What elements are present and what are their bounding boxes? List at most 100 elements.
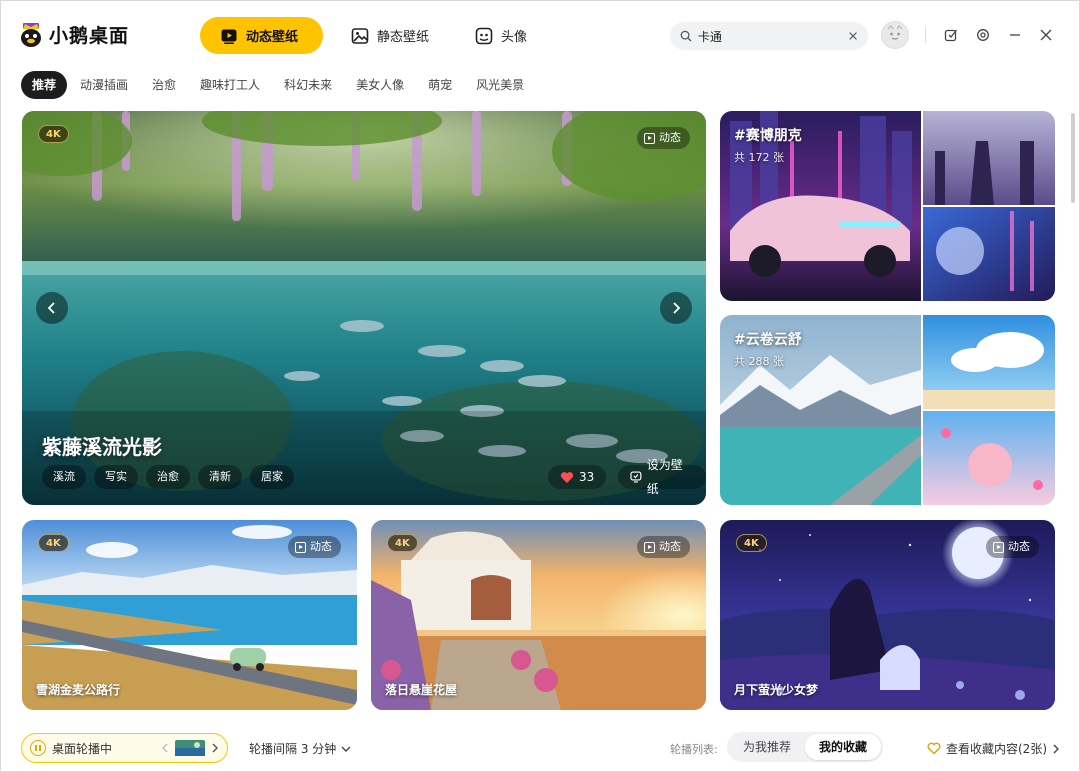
category-anime-illustration[interactable]: 动漫插画 — [69, 71, 139, 99]
category-healing[interactable]: 治愈 — [141, 71, 187, 99]
album-title: #赛博朋克 — [734, 128, 802, 144]
gear-icon — [977, 29, 989, 41]
album-count: 共 172 张 — [734, 151, 784, 164]
tab-dynamic-wallpaper[interactable]: 动态壁纸 — [200, 17, 323, 54]
clear-icon[interactable] — [848, 30, 858, 42]
dynamic-label: 动态 — [637, 536, 690, 558]
category-portrait[interactable]: 美女人像 — [345, 71, 415, 99]
dynamic-label-text: 动态 — [659, 540, 681, 553]
dynamic-label: 动态 — [637, 127, 690, 149]
hero-prev-button[interactable] — [36, 292, 68, 324]
search-input[interactable] — [697, 29, 848, 43]
set-wallpaper-button[interactable]: 设为壁纸 — [618, 458, 706, 496]
wallpaper-card[interactable]: 4K 动态 落日悬崖花屋 — [371, 520, 706, 710]
wallpaper-card[interactable]: 4K 动态 雪湖金麦公路行 — [22, 520, 357, 710]
tag[interactable]: 治愈 — [146, 465, 190, 489]
dynamic-label-text: 动态 — [1008, 540, 1030, 553]
wallpaper-title: 雪湖金麦公路行 — [36, 683, 121, 697]
dynamic-label: 动态 — [288, 536, 341, 558]
search-icon — [680, 30, 692, 42]
play-icon — [295, 541, 306, 553]
hero-tags: 溪流 写实 治愈 清新 居家 — [42, 465, 294, 489]
like-count: 33 — [579, 470, 595, 484]
album-card-clouds[interactable]: #云卷云舒 共 288 张 — [720, 315, 1055, 505]
album-count: 共 288 张 — [734, 355, 784, 368]
tab-avatar[interactable]: 头像 — [455, 17, 547, 54]
view-favorites-link[interactable]: 查看收藏内容(2张) — [927, 740, 1060, 757]
hero-wallpaper-card[interactable]: 4K 动态 紫藤溪流光影 溪流 写实 治愈 清新 居家 33 设为壁纸 — [22, 111, 706, 505]
4k-badge: 4K — [38, 534, 69, 552]
seg-my-favorites[interactable]: 我的收藏 — [805, 734, 881, 760]
image-icon — [351, 27, 369, 44]
tag[interactable]: 居家 — [250, 465, 294, 489]
close-icon — [1040, 29, 1052, 41]
chevron-left-icon[interactable] — [161, 743, 169, 753]
app-name: 小鹅桌面 — [49, 25, 130, 47]
carousel-status: 桌面轮播中 — [52, 741, 113, 756]
app-logo: 小鹅桌面 — [19, 21, 129, 48]
tab-label: 动态壁纸 — [246, 30, 299, 45]
play-icon — [644, 132, 655, 144]
dynamic-label-text: 动态 — [310, 540, 332, 553]
4k-badge: 4K — [387, 534, 418, 552]
avatar-icon — [475, 27, 493, 44]
minimize-icon — [1010, 34, 1020, 36]
tab-static-wallpaper[interactable]: 静态壁纸 — [331, 17, 449, 54]
edit-note-icon — [944, 29, 958, 42]
album-title: #云卷云舒 — [734, 332, 802, 348]
monitor-check-icon — [630, 471, 642, 483]
search-box — [670, 22, 868, 50]
4k-badge: 4K — [736, 534, 767, 552]
tab-label: 头像 — [501, 30, 528, 45]
hero-next-button[interactable] — [660, 292, 692, 324]
hero-title: 紫藤溪流光影 — [42, 435, 162, 459]
chevron-right-icon — [673, 302, 681, 314]
title-bar: 小鹅桌面 动态壁纸 静态壁纸 头像 — [1, 1, 1080, 69]
bottom-bar: 桌面轮播中 轮播间隔 3 分钟 轮播列表: 为我推荐 我的收藏 查看收藏内容(2… — [1, 723, 1080, 772]
tag[interactable]: 溪流 — [42, 465, 86, 489]
feedback-button[interactable] — [941, 25, 961, 45]
like-button[interactable]: 33 — [548, 465, 607, 489]
desktop-carousel-control[interactable]: 桌面轮播中 — [21, 733, 228, 763]
interval-label: 轮播间隔 3 分钟 — [249, 742, 337, 756]
chevron-right-icon — [1053, 744, 1059, 753]
minimize-button[interactable] — [1005, 25, 1025, 45]
category-bar: 推荐 动漫插画 治愈 趣味打工人 科幻未来 美女人像 萌宠 风光美景 — [21, 71, 537, 99]
dynamic-label-text: 动态 — [659, 131, 681, 144]
video-icon — [221, 29, 237, 44]
rotation-list-switch: 为我推荐 我的收藏 — [727, 732, 883, 762]
chevron-down-icon — [341, 746, 351, 752]
rotation-list-label: 轮播列表: — [670, 743, 718, 756]
wallpaper-card[interactable]: 4K 动态 月下萤光少女梦 — [720, 520, 1055, 710]
seg-recommended[interactable]: 为我推荐 — [729, 734, 805, 760]
interval-dropdown[interactable]: 轮播间隔 3 分钟 — [249, 740, 351, 757]
default-avatar-icon — [887, 25, 903, 40]
pause-icon[interactable] — [30, 740, 46, 756]
4k-badge: 4K — [38, 125, 69, 143]
user-avatar[interactable] — [881, 21, 909, 49]
wallpaper-title: 月下萤光少女梦 — [734, 683, 819, 697]
category-recommend[interactable]: 推荐 — [21, 71, 68, 99]
category-fun-worker[interactable]: 趣味打工人 — [189, 71, 271, 99]
tag[interactable]: 清新 — [198, 465, 242, 489]
play-icon — [644, 541, 655, 553]
play-icon — [993, 541, 1004, 553]
dynamic-label: 动态 — [986, 536, 1039, 558]
category-pets[interactable]: 萌宠 — [417, 71, 463, 99]
settings-button[interactable] — [973, 25, 993, 45]
chevron-right-icon[interactable] — [211, 743, 219, 753]
category-scifi[interactable]: 科幻未来 — [273, 71, 343, 99]
heart-outline-icon — [927, 742, 941, 755]
scrollbar[interactable] — [1071, 113, 1075, 203]
chevron-left-icon — [47, 302, 55, 314]
set-wallpaper-label: 设为壁纸 — [646, 458, 683, 496]
view-favorites-label: 查看收藏内容(2张) — [946, 742, 1047, 756]
tab-label: 静态壁纸 — [377, 30, 430, 45]
heart-icon — [560, 471, 574, 483]
tag[interactable]: 写实 — [94, 465, 138, 489]
goose-logo-icon — [21, 22, 41, 47]
carousel-thumbnail — [175, 740, 205, 756]
album-card-cyberpunk[interactable]: #赛博朋克 共 172 张 — [720, 111, 1055, 301]
category-scenery[interactable]: 风光美景 — [465, 71, 535, 99]
close-button[interactable] — [1036, 25, 1056, 45]
